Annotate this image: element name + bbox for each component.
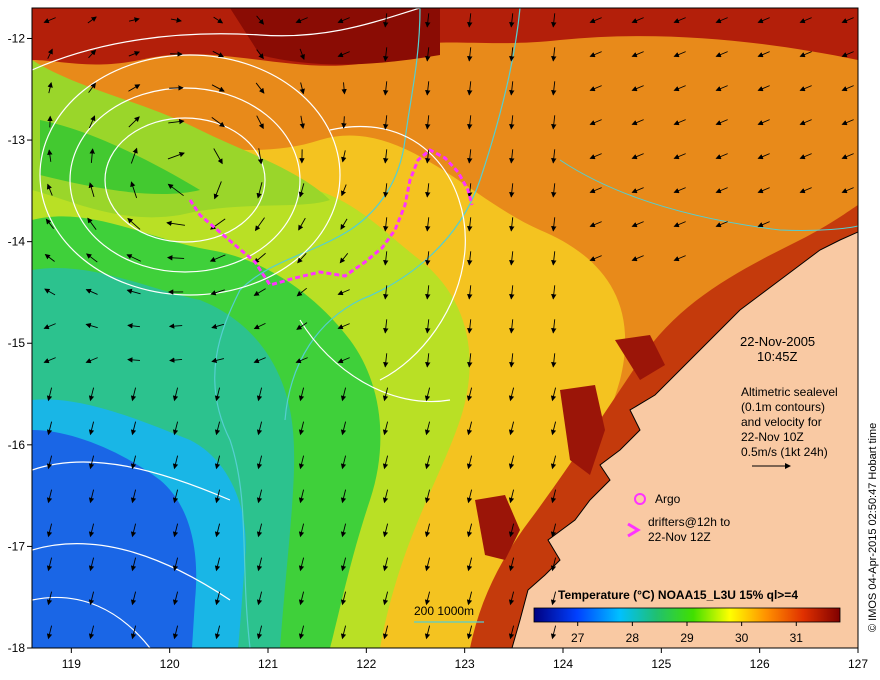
colorbar-gradient [533, 607, 841, 623]
y-tick-label: -18 [8, 641, 26, 655]
colorbar-tick-label: 31 [790, 631, 804, 645]
ocean-temperature-map: 119 120 121 122 123 124 125 126 127 -12 -13 -14 -15… [8, 7, 879, 671]
y-tick-label: -15 [8, 336, 26, 350]
colorbar-tick-label: 29 [680, 631, 694, 645]
x-tick-label: 127 [848, 657, 868, 671]
x-tick-label: 119 [62, 657, 81, 671]
drifters-label-2: 22-Nov 12Z [648, 530, 711, 544]
argo-label: Argo [655, 492, 681, 506]
time-label: 10:45Z [757, 349, 798, 364]
alt-line-3: and velocity for [741, 415, 822, 429]
colorbar-tick-label: 27 [571, 631, 585, 645]
x-tick-label: 123 [455, 657, 475, 671]
y-tick-label: -12 [8, 31, 26, 45]
drifters-label-1: drifters@12h to [648, 515, 731, 529]
x-tick-label: 124 [553, 657, 573, 671]
y-tick-label: -14 [8, 235, 26, 249]
x-tick-label: 121 [258, 657, 278, 671]
colorbar-tick-label: 28 [626, 631, 640, 645]
x-tick-label: 125 [651, 657, 671, 671]
alt-line-4: 22-Nov 10Z [741, 430, 804, 444]
date-label: 22-Nov-2005 [740, 334, 815, 349]
alt-line-2: (0.1m contours) [741, 400, 825, 414]
x-axis: 119 120 121 122 123 124 125 126 127 [62, 648, 868, 671]
depth-legend-label: 200 1000m [414, 604, 474, 618]
x-tick-label: 126 [750, 657, 770, 671]
x-tick-label: 122 [356, 657, 376, 671]
y-tick-label: -16 [8, 438, 26, 452]
alt-line-1: Altimetric sealevel [741, 385, 838, 399]
y-tick-label: -17 [8, 539, 26, 553]
x-tick-label: 120 [160, 657, 180, 671]
y-tick-label: -13 [8, 133, 26, 147]
colorbar-tick-label: 30 [735, 631, 749, 645]
alt-line-5: 0.5m/s (1kt 24h) [741, 445, 828, 459]
map-plot [32, 8, 858, 648]
y-axis: -12 -13 -14 -15 -16 -17 -18 [8, 31, 32, 655]
temperature-colorbar: Temperature (°C) NOAA15_L3U 15% ql>=4 27… [533, 588, 841, 645]
credit-text: © IMOS 04-Apr-2015 02:50:47 Hobart time [867, 423, 879, 632]
colorbar-title: Temperature (°C) NOAA15_L3U 15% ql>=4 [558, 588, 798, 602]
